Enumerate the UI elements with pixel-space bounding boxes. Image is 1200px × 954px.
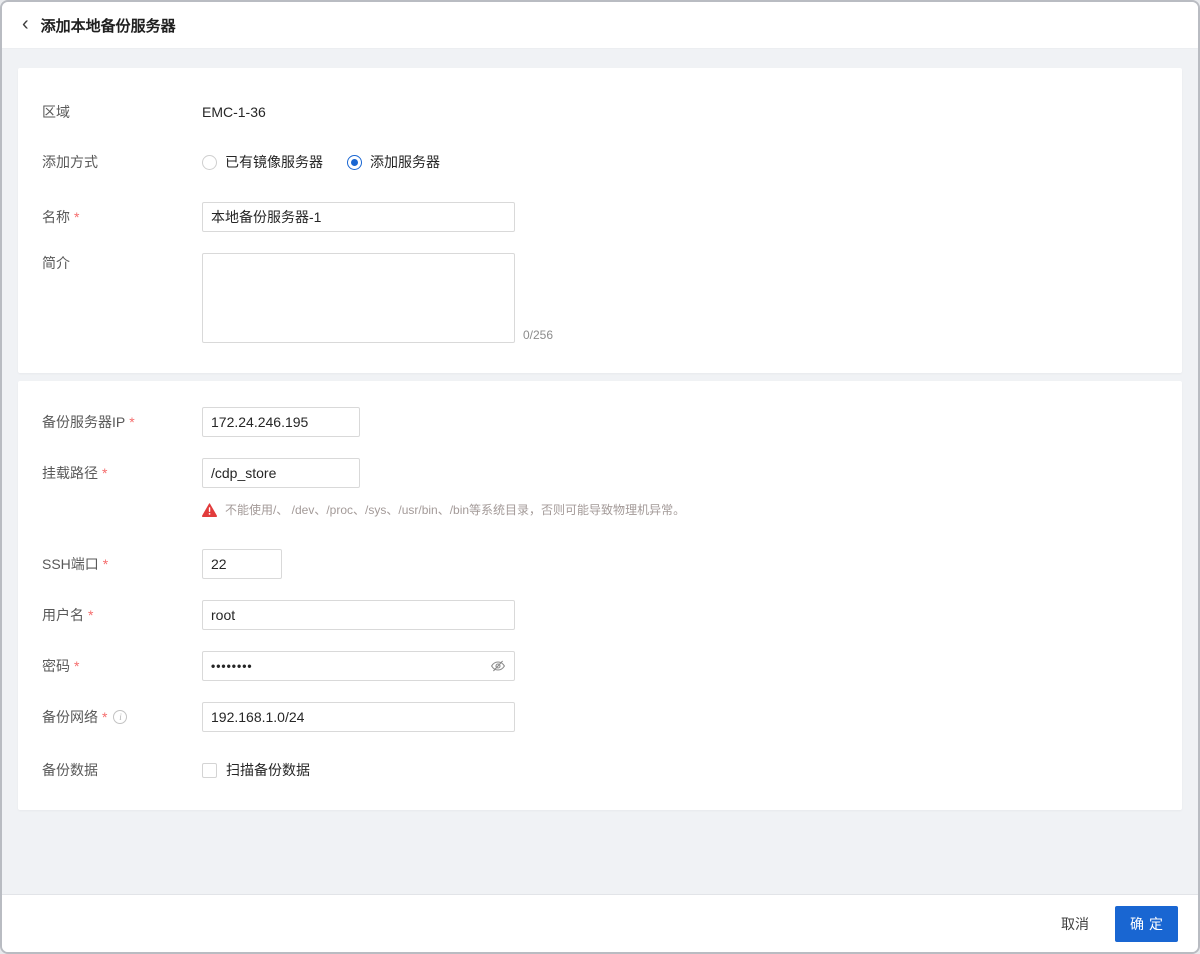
- warning-text: 不能使用/、 /dev、/proc、/sys、/usr/bin、/bin等系统目…: [225, 503, 686, 517]
- required-mark: *: [102, 556, 109, 572]
- form-content: 区域 EMC-1-36 添加方式 已有镜像服务器 添加服务器 名称 * 本地备份…: [2, 50, 1198, 894]
- add-local-backup-server-page: ‹ 添加本地备份服务器 区域 EMC-1-36 添加方式 已有镜像服务器 添加服…: [0, 0, 1200, 954]
- radio-existing-image-server[interactable]: 已有镜像服务器: [202, 152, 323, 172]
- name-label-text: 名称: [42, 209, 70, 225]
- description-label-text: 简介: [42, 255, 70, 271]
- server-ip-label: 备份服务器IP *: [42, 407, 202, 437]
- info-icon[interactable]: i: [113, 710, 128, 724]
- backup-network-input[interactable]: [202, 702, 515, 732]
- password-label: 密码 *: [42, 651, 202, 681]
- char-counter: 0/256: [523, 328, 554, 342]
- backup-network-row: 备份网络 * i: [42, 702, 1158, 732]
- password-label-text: 密码: [42, 658, 70, 674]
- description-row: 简介 0/256: [42, 253, 1158, 343]
- mount-path-label: 挂载路径 *: [42, 458, 202, 488]
- radio-existing-image-server-label: 已有镜像服务器: [225, 154, 323, 170]
- checkbox-unchecked-icon: [202, 762, 217, 778]
- region-row: 区域 EMC-1-36: [42, 102, 1158, 122]
- page-header: ‹ 添加本地备份服务器: [2, 2, 1198, 49]
- page-footer: 取消 确定: [2, 894, 1198, 952]
- required-mark: *: [74, 209, 80, 225]
- required-mark: *: [88, 607, 94, 623]
- description-label: 简介: [42, 253, 202, 273]
- mount-path-row: 挂载路径 * 不能使用/、 /dev、/proc、/sys、/usr/bin、/…: [42, 458, 1158, 523]
- username-row: 用户名 *: [42, 600, 1158, 630]
- confirm-button[interactable]: 确定: [1115, 905, 1178, 942]
- scan-backup-data-label: 扫描备份数据: [226, 762, 310, 778]
- ssh-port-label: SSH端口 *: [42, 549, 202, 579]
- server-ip-input[interactable]: [202, 407, 360, 437]
- backup-data-row: 备份数据 扫描备份数据: [42, 760, 1158, 780]
- region-label-text: 区域: [42, 104, 70, 120]
- mount-path-field: 不能使用/、 /dev、/proc、/sys、/usr/bin、/bin等系统目…: [202, 458, 685, 523]
- cancel-button[interactable]: 取消: [1061, 914, 1089, 934]
- username-input[interactable]: [202, 600, 515, 630]
- password-field: [202, 651, 515, 681]
- backup-data-label: 备份数据: [42, 760, 202, 780]
- name-input[interactable]: [202, 202, 515, 232]
- region-value: EMC-1-36: [202, 104, 266, 120]
- add-method-radio-group: 已有镜像服务器 添加服务器: [202, 152, 440, 172]
- required-mark: *: [74, 658, 80, 674]
- server-ip-row: 备份服务器IP *: [42, 407, 1158, 437]
- description-field: 0/256: [202, 253, 553, 343]
- radio-selected-icon: [347, 154, 362, 170]
- warning-triangle-icon: [202, 502, 217, 517]
- radio-add-server[interactable]: 添加服务器: [347, 152, 440, 172]
- required-mark: *: [129, 414, 135, 430]
- required-mark: *: [102, 465, 108, 481]
- mount-path-input[interactable]: [202, 458, 360, 488]
- basic-info-card: 区域 EMC-1-36 添加方式 已有镜像服务器 添加服务器 名称 * 本地备份…: [18, 68, 1182, 373]
- username-label: 用户名 *: [42, 600, 202, 630]
- description-textarea[interactable]: [202, 253, 515, 343]
- page-title: 添加本地备份服务器: [40, 17, 176, 35]
- server-ip-label-text: 备份服务器IP: [42, 414, 126, 430]
- add-method-label-text: 添加方式: [42, 154, 98, 170]
- password-row: 密码 *: [42, 651, 1158, 681]
- backup-network-label-text: 备份网络: [42, 709, 98, 725]
- required-mark: *: [102, 709, 108, 725]
- ssh-port-label-text: SSH端口: [42, 556, 99, 572]
- server-info-card: 备份服务器IP * 挂载路径 *: [18, 381, 1182, 810]
- radio-unselected-icon: [202, 154, 217, 170]
- backup-network-label: 备份网络 * i: [42, 702, 202, 732]
- add-method-row: 添加方式 已有镜像服务器 添加服务器: [42, 152, 1158, 172]
- name-row: 名称 *: [42, 202, 1158, 232]
- eye-off-icon[interactable]: [490, 658, 506, 674]
- region-label: 区域: [42, 102, 202, 122]
- back-icon[interactable]: ‹: [22, 14, 29, 34]
- password-input[interactable]: [202, 651, 515, 681]
- username-label-text: 用户名: [42, 607, 84, 623]
- add-method-label: 添加方式: [42, 152, 202, 172]
- radio-add-server-label: 添加服务器: [370, 154, 440, 170]
- name-label: 名称 *: [42, 202, 202, 232]
- ssh-port-input[interactable]: [202, 549, 282, 579]
- scan-backup-data-checkbox[interactable]: 扫描备份数据: [202, 760, 310, 780]
- mount-path-warning: 不能使用/、 /dev、/proc、/sys、/usr/bin、/bin等系统目…: [202, 501, 685, 518]
- backup-data-label-text: 备份数据: [42, 762, 98, 778]
- mount-path-label-text: 挂载路径: [42, 465, 98, 481]
- ssh-port-row: SSH端口 *: [42, 549, 1158, 579]
